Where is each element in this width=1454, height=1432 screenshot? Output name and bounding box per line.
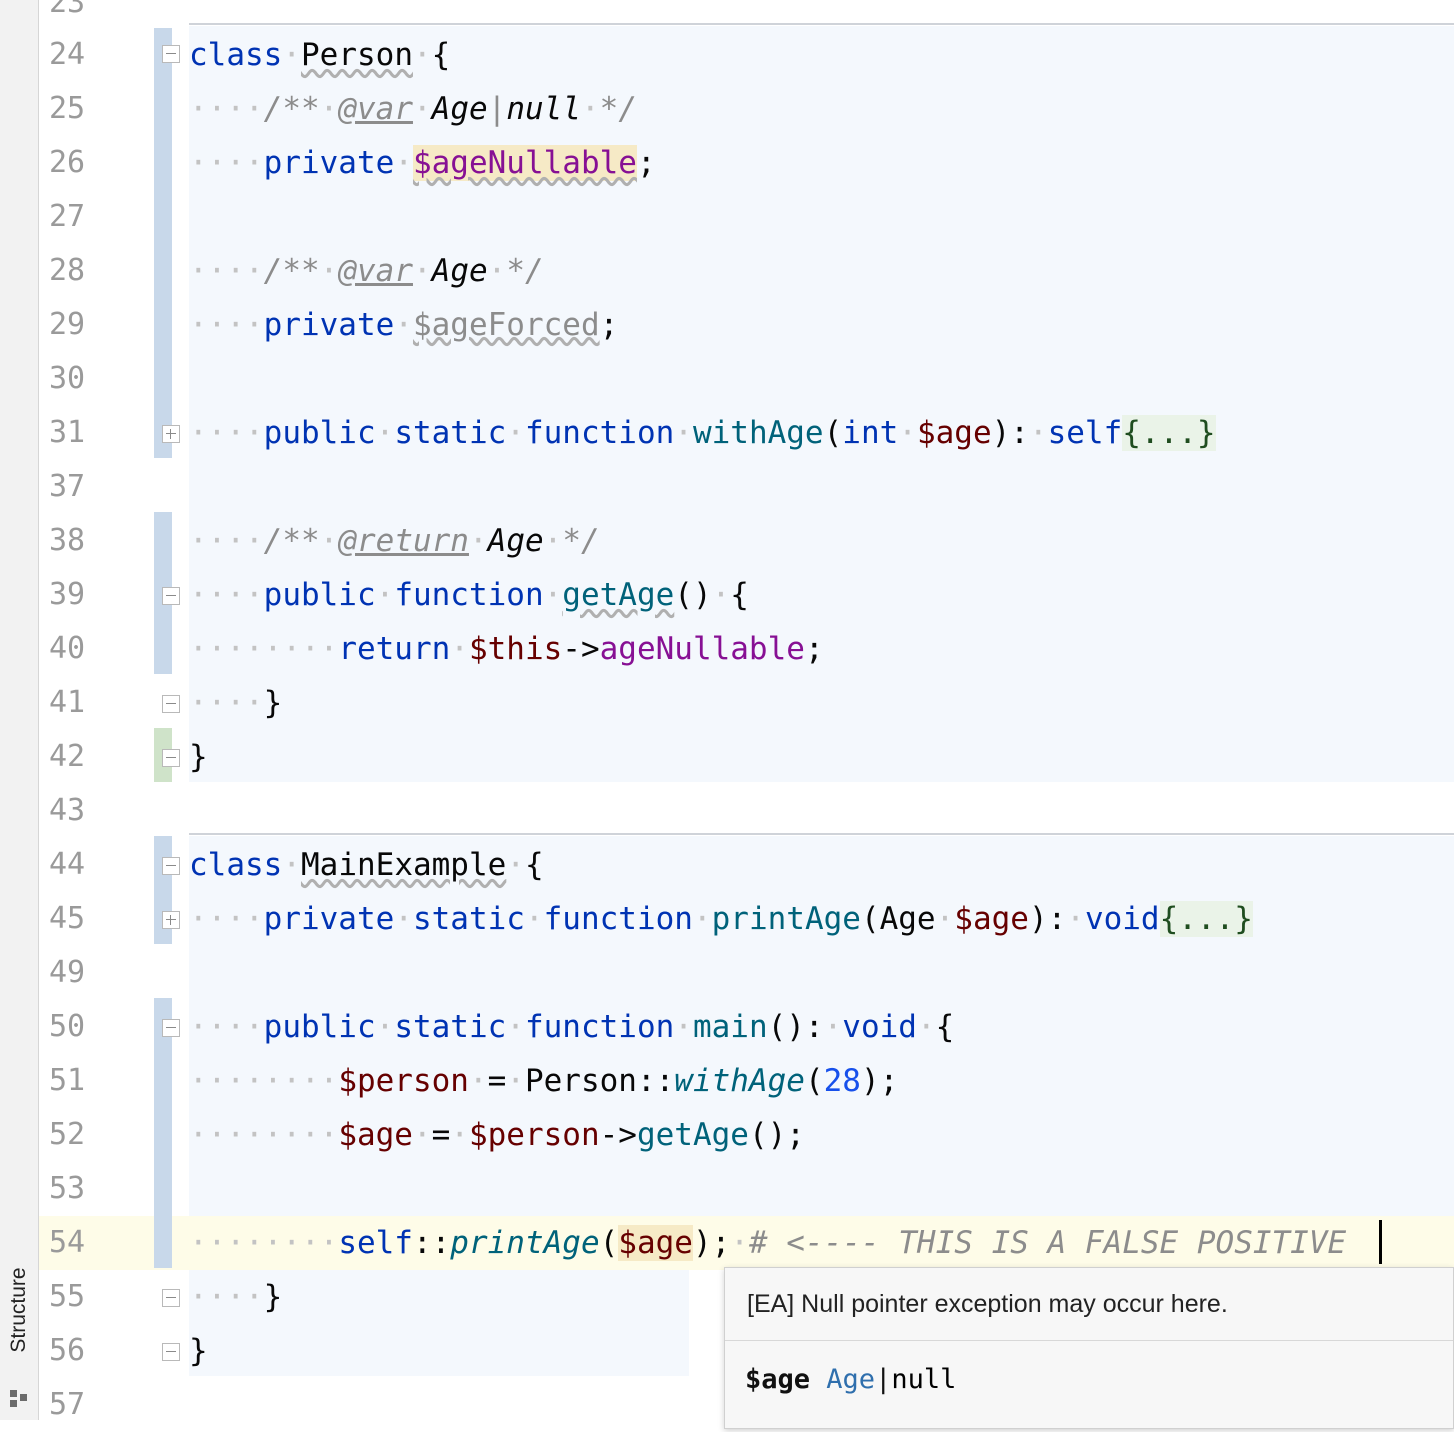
line-number: 23 bbox=[49, 0, 86, 20]
code-line-31[interactable]: ····public·static·function·withAge(int·$… bbox=[189, 406, 1216, 460]
code-line-40[interactable]: ········return·$this->ageNullable; bbox=[189, 622, 824, 676]
fold-expand-icon[interactable] bbox=[162, 425, 180, 443]
line-number: 39 bbox=[49, 577, 86, 612]
brace: { bbox=[431, 37, 451, 73]
code-line-42[interactable]: } bbox=[189, 730, 208, 784]
line-number: 25 bbox=[49, 91, 86, 126]
tool-window-strip: Structure bbox=[0, 0, 39, 1420]
folded-code-placeholder[interactable]: {...} bbox=[1159, 901, 1253, 937]
line-number: 43 bbox=[49, 793, 86, 828]
code-line-29[interactable]: ····private·$ageForced; bbox=[189, 298, 618, 352]
code-line-55[interactable]: ····} bbox=[189, 1270, 282, 1324]
code-line-45[interactable]: ····private·static·function·printAge(Age… bbox=[189, 892, 1253, 946]
code-line-50[interactable]: ····public·static·function·main():·void·… bbox=[189, 1000, 954, 1054]
fold-collapse-icon[interactable] bbox=[162, 857, 180, 875]
method-name: printAge bbox=[711, 901, 861, 937]
line-number: 54 bbox=[49, 1225, 86, 1260]
line-number: 26 bbox=[49, 145, 86, 180]
fold-expand-icon[interactable] bbox=[162, 911, 180, 929]
structure-tab-label: Structure bbox=[7, 1267, 30, 1353]
structure-icon bbox=[10, 1390, 27, 1407]
line-number: 55 bbox=[49, 1279, 86, 1314]
line-number: 44 bbox=[49, 847, 86, 882]
line-number: 49 bbox=[49, 955, 86, 990]
line-number: 31 bbox=[49, 415, 86, 450]
code-line-24[interactable]: class·Person·{ bbox=[189, 28, 450, 82]
doc-tag: @var bbox=[338, 91, 413, 127]
code-line-41[interactable]: ····} bbox=[189, 676, 282, 730]
line-number: 38 bbox=[49, 523, 86, 558]
tooltip-variable: $age bbox=[745, 1364, 811, 1395]
line-number: 40 bbox=[49, 631, 86, 666]
fold-collapse-icon[interactable] bbox=[162, 587, 180, 605]
code-line-26[interactable]: ····private·$ageNullable; bbox=[189, 136, 656, 190]
method-name: getAge bbox=[562, 577, 675, 613]
fold-collapse-icon[interactable] bbox=[162, 1019, 180, 1037]
structure-tool-tab[interactable]: Structure bbox=[0, 1240, 38, 1407]
line-number: 30 bbox=[49, 361, 86, 396]
line-number: 52 bbox=[49, 1117, 86, 1152]
line-number: 29 bbox=[49, 307, 86, 342]
fold-collapse-icon[interactable] bbox=[162, 45, 180, 63]
inspection-tooltip[interactable]: [EA] Null pointer exception may occur he… bbox=[724, 1267, 1454, 1429]
line-number: 37 bbox=[49, 469, 86, 504]
warning-highlighted-argument[interactable]: $age bbox=[618, 1225, 693, 1261]
folded-code-placeholder[interactable]: {...} bbox=[1122, 415, 1216, 451]
line-number: 27 bbox=[49, 199, 86, 234]
code-line-38[interactable]: ····/**·@return·Age·*/ bbox=[189, 514, 600, 568]
code-line-44[interactable]: class·MainExample·{ bbox=[189, 838, 544, 892]
tooltip-null-type: null bbox=[891, 1364, 957, 1395]
tooltip-divider bbox=[725, 1340, 1453, 1341]
class-name: Person bbox=[301, 37, 413, 73]
code-line-39[interactable]: ····public·function·getAge()·{ bbox=[189, 568, 749, 622]
code-line-56[interactable]: } bbox=[189, 1324, 208, 1378]
unused-field: $ageForced bbox=[412, 307, 600, 343]
code-editor[interactable]: 23 24 25 26 27 28 29 30 31 37 38 39 40 4… bbox=[39, 0, 1454, 1429]
class-name: MainExample bbox=[301, 847, 507, 883]
keyword: class bbox=[189, 37, 283, 73]
line-number: 50 bbox=[49, 1009, 86, 1044]
line-number: 24 bbox=[49, 37, 86, 72]
method-name: withAge bbox=[692, 415, 824, 451]
line-number: 57 bbox=[49, 1387, 86, 1422]
variable-type-info: $age Age|null bbox=[745, 1364, 956, 1395]
fold-end-icon[interactable] bbox=[162, 749, 180, 767]
warning-highlighted-field: $ageNullable bbox=[412, 145, 637, 181]
code-line-51[interactable]: ········$person·=·Person::withAge(28); bbox=[189, 1054, 898, 1108]
line-number: 45 bbox=[49, 901, 86, 936]
text-caret bbox=[1379, 1220, 1382, 1264]
doc-tag: @var bbox=[338, 253, 413, 289]
line-number: 56 bbox=[49, 1333, 86, 1368]
method-separator bbox=[189, 833, 1454, 835]
line-number: 53 bbox=[49, 1171, 86, 1206]
line-comment: # <---- THIS IS A FALSE POSITIVE bbox=[748, 1225, 1347, 1261]
code-line-54[interactable]: ········self::printAge($age);·# <---- TH… bbox=[189, 1216, 1346, 1270]
fold-end-icon[interactable] bbox=[162, 695, 180, 713]
line-number: 42 bbox=[49, 739, 86, 774]
line-number: 51 bbox=[49, 1063, 86, 1098]
line-number: 41 bbox=[49, 685, 86, 720]
code-line-28[interactable]: ····/**·@var·Age·*/ bbox=[189, 244, 544, 298]
tooltip-type-separator: | bbox=[875, 1364, 892, 1395]
fold-end-icon[interactable] bbox=[162, 1289, 180, 1307]
fold-end-icon[interactable] bbox=[162, 1343, 180, 1361]
code-line-25[interactable]: ····/**·@var·Age|null·*/ bbox=[189, 82, 637, 136]
change-marker[interactable] bbox=[154, 998, 172, 1268]
line-number: 28 bbox=[49, 253, 86, 288]
inspection-message: [EA] Null pointer exception may occur he… bbox=[747, 1290, 1228, 1318]
doc-tag: @return bbox=[338, 523, 469, 559]
tooltip-type[interactable]: Age bbox=[826, 1364, 875, 1395]
change-marker[interactable] bbox=[154, 28, 172, 458]
method-name: main bbox=[692, 1009, 768, 1045]
code-line-52[interactable]: ········$age·=·$person->getAge(); bbox=[189, 1108, 805, 1162]
method-separator bbox=[189, 23, 1454, 25]
